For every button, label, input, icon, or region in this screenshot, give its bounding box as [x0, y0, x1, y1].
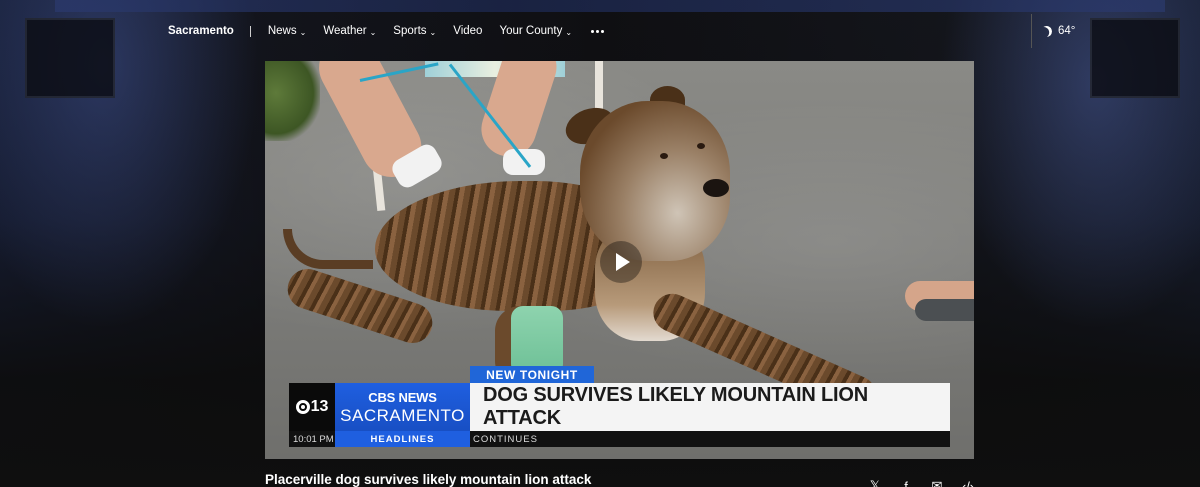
nav-item-weather[interactable]: Weather ⌄ [323, 25, 376, 37]
weather-widget[interactable]: 64° [1031, 14, 1075, 48]
play-icon [616, 253, 630, 271]
station-line1: CBS NEWS [368, 390, 437, 405]
video-scene-dog-eye [660, 153, 668, 159]
lower-third-bar: 10:01 PM HEADLINES CONTINUES [289, 431, 950, 447]
weather-temp: 64° [1058, 25, 1076, 37]
chevron-down-icon: ⌄ [565, 27, 573, 37]
nav-brand-sacramento[interactable]: Sacramento [168, 25, 234, 37]
nav-item-video[interactable]: Video [453, 25, 482, 37]
video-scene-dog-eye [697, 143, 705, 149]
lower-third-headline: DOG SURVIVES LIKELY MOUNTAIN LION ATTACK [470, 383, 950, 431]
video-scene-sandal [915, 299, 974, 321]
x-icon[interactable]: 𝕏 [868, 478, 882, 487]
nav-item-sports[interactable]: Sports ⌄ [393, 25, 436, 37]
video-scene-dog-nose [703, 179, 729, 197]
story-title[interactable]: Placerville dog survives likely mountain… [265, 472, 591, 487]
lower-third-tag: NEW TONIGHT [470, 366, 594, 383]
moon-icon [1039, 24, 1053, 38]
nav-links: Sacramento News ⌄ Weather ⌄ Sports ⌄ Video … [168, 14, 605, 48]
channel-logo: 13 [289, 383, 335, 431]
nav-item-label: Video [453, 25, 483, 37]
broadcast-time: 10:01 PM [293, 433, 334, 445]
ellipsis-icon[interactable] [591, 29, 605, 33]
nav-item-label: Sports [393, 25, 427, 37]
chevron-down-icon: ⌄ [369, 27, 377, 37]
embed-icon[interactable]: ‹/› [961, 479, 975, 487]
station-line2: SACRAMENTO [340, 406, 465, 425]
nav-divider [249, 25, 251, 37]
play-button[interactable] [600, 241, 642, 283]
nav-item-label: News [267, 25, 297, 37]
nav-item-your-county[interactable]: Your County ⌄ [499, 25, 572, 37]
chevron-down-icon: ⌄ [299, 27, 307, 37]
share-bar: 𝕏 f ✉ ‹/› [868, 478, 975, 487]
cbs-eye-icon: 13 [295, 398, 329, 416]
video-scene-bush [265, 61, 320, 141]
chevron-down-icon: ⌄ [429, 27, 437, 37]
facebook-icon[interactable]: f [899, 479, 913, 487]
nav-item-label: Weather [323, 25, 367, 37]
nav-item-news[interactable]: News ⌄ [268, 25, 306, 37]
broadcast-ticker: CONTINUES [473, 433, 538, 445]
email-icon[interactable]: ✉ [930, 478, 944, 487]
channel-number: 13 [310, 398, 329, 415]
video-player[interactable]: NEW TONIGHT 13 CBS NEWS SACRAMENTO DOG S… [265, 61, 974, 459]
background-banner [55, 0, 1165, 12]
station-logo: CBS NEWS SACRAMENTO [335, 383, 470, 431]
broadcast-section: HEADLINES [335, 431, 470, 447]
top-nav: Sacramento News ⌄ Weather ⌄ Sports ⌄ Video … [0, 14, 1200, 48]
nav-item-label: Your County [499, 25, 563, 37]
